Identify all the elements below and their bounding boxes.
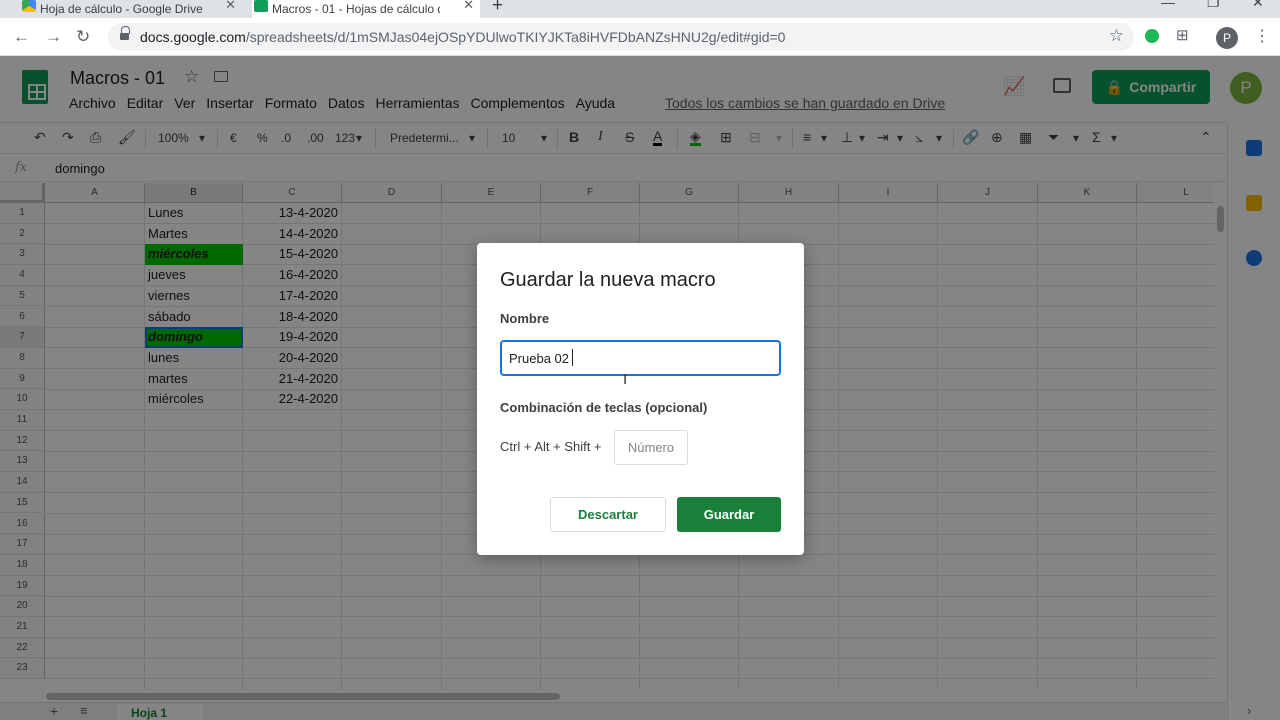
discard-button[interactable]: Descartar xyxy=(550,497,666,532)
browser-profile-avatar[interactable]: P xyxy=(1216,27,1238,49)
browser-tab-drive[interactable]: Hoja de cálculo - Google Drive ✕ xyxy=(20,0,242,18)
google-sheets-icon xyxy=(254,0,268,12)
text-cursor-icon: I xyxy=(623,371,628,388)
restore-icon[interactable]: ❐ xyxy=(1207,0,1220,11)
text-caret xyxy=(572,349,573,366)
macro-name-input[interactable] xyxy=(500,340,781,376)
browser-tab-sheets[interactable]: Macros - 01 - Hojas de cálculo de Google… xyxy=(252,0,480,18)
minimize-icon[interactable]: — xyxy=(1161,0,1175,10)
close-tab-icon[interactable]: ✕ xyxy=(463,0,474,13)
google-drive-icon xyxy=(22,0,36,12)
close-tab-icon[interactable]: ✕ xyxy=(225,0,236,13)
bookmark-star-icon[interactable]: ☆ xyxy=(1109,26,1124,46)
reload-icon[interactable]: ↻ xyxy=(76,27,90,47)
browser-menu-icon[interactable]: ⋮ xyxy=(1254,26,1270,46)
name-label: Nombre xyxy=(500,311,550,326)
save-button[interactable]: Guardar xyxy=(677,497,781,532)
extension-icon[interactable] xyxy=(1145,29,1159,43)
lock-icon xyxy=(120,26,130,41)
url-text[interactable]: docs.google.com/spreadsheets/d/1mSMJas04… xyxy=(140,29,785,45)
extensions-grid-icon[interactable]: ⊞ xyxy=(1176,26,1189,44)
shortcut-number-input[interactable] xyxy=(614,430,688,465)
dialog-title: Guardar la nueva macro xyxy=(500,269,716,291)
back-icon[interactable]: ← xyxy=(13,27,30,47)
forward-icon[interactable]: → xyxy=(45,27,62,47)
address-bar-row: ← → ↻ docs.google.com/spreadsheets/d/1mS… xyxy=(0,18,1280,56)
shortcut-prefix: Ctrl + Alt + Shift + xyxy=(500,439,602,454)
shortcut-label: Combinación de teclas (opcional) xyxy=(500,400,708,415)
save-macro-dialog: Guardar la nueva macro Nombre I Combinac… xyxy=(477,243,804,555)
url-host: docs.google.com xyxy=(140,29,246,45)
new-tab-button[interactable]: + xyxy=(492,0,503,17)
url-path: /spreadsheets/d/1mSMJas04ejOSpYDUlwoTKIY… xyxy=(245,29,786,45)
browser-tab-title: Macros - 01 - Hojas de cálculo de Google xyxy=(272,2,440,16)
close-window-icon[interactable]: ✕ xyxy=(1252,0,1264,11)
browser-tab-title: Hoja de cálculo - Google Drive xyxy=(40,2,203,16)
omnibox[interactable]: docs.google.com/spreadsheets/d/1mSMJas04… xyxy=(108,23,1134,51)
